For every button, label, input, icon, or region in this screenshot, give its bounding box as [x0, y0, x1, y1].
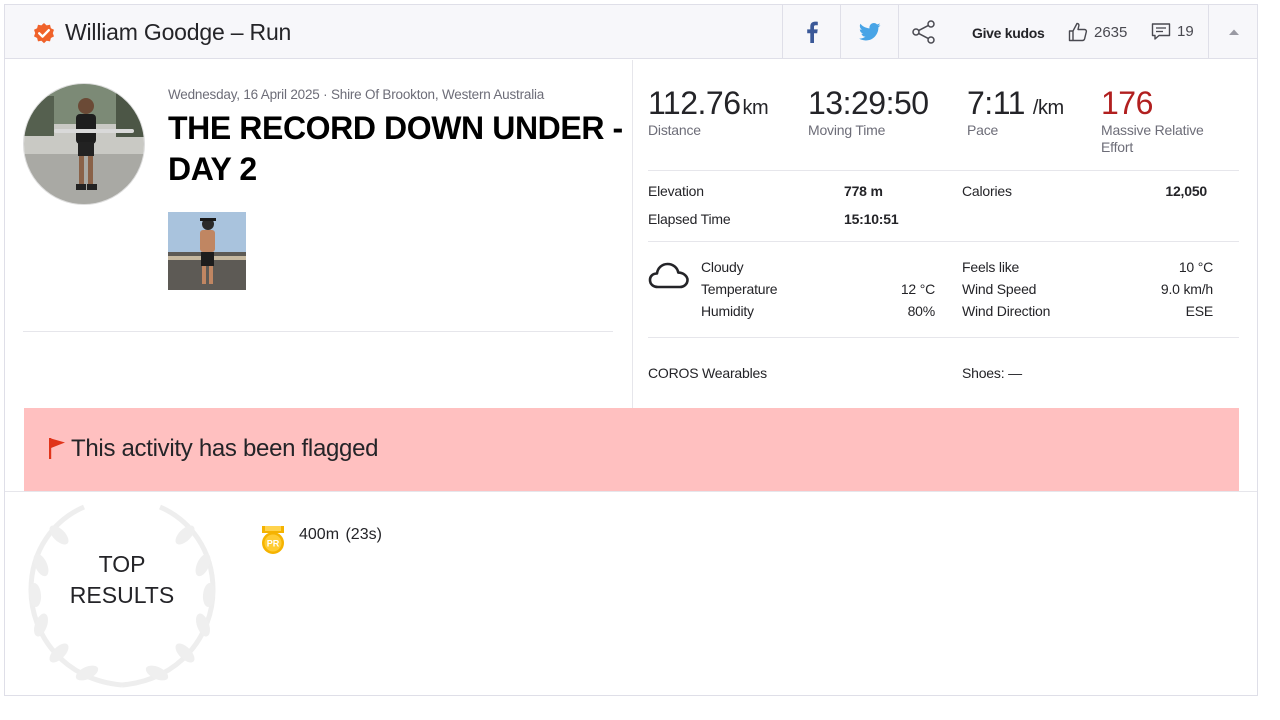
details-divider — [648, 241, 1239, 242]
stat-moving-time: 13:29:50 Moving Time — [808, 85, 929, 139]
twitter-share-button[interactable] — [840, 5, 898, 59]
wind-speed-label: Wind Speed — [962, 281, 1037, 297]
calories-value: 12,050 — [1165, 183, 1207, 199]
humidity-label: Humidity — [701, 303, 754, 319]
device-name: COROS Wearables — [648, 365, 767, 381]
facebook-share-button[interactable] — [782, 5, 840, 59]
top-results-line2: RESULTS — [69, 582, 175, 608]
weather-divider — [648, 337, 1239, 338]
left-divider — [23, 331, 613, 332]
kudos-count: 2635 — [1094, 23, 1128, 41]
stat-distance: 112.76 km Distance — [648, 85, 769, 139]
moving-time-label: Moving Time — [808, 122, 886, 138]
flagged-message: This activity has been flagged — [71, 435, 379, 462]
cloud-icon — [648, 262, 689, 289]
flag-icon — [49, 438, 65, 459]
photo-image — [168, 212, 246, 290]
comment-icon — [1151, 23, 1171, 40]
activity-photo-thumbnail[interactable] — [168, 212, 246, 290]
distance-label: Distance — [648, 122, 701, 138]
activity-heading: William Goodge – Run — [65, 19, 291, 46]
share-icon — [911, 20, 935, 44]
facebook-icon — [806, 21, 818, 43]
pace-value: 7:11 — [967, 85, 1025, 121]
temperature-value: 12 °C — [900, 281, 935, 297]
pr-badge-text: PR — [267, 539, 280, 549]
comment-count: 19 — [1177, 23, 1194, 40]
activity-type: Run — [249, 19, 292, 45]
relative-effort-value: 176 — [1101, 85, 1153, 121]
activity-date-location: Wednesday, 16 April 2025 · Shire Of Broo… — [168, 87, 545, 102]
stat-relative-effort[interactable]: 176 Massive Relative Effort — [1101, 85, 1231, 156]
calories-label: Calories — [962, 183, 1012, 199]
heading-separator: – — [230, 19, 244, 45]
athlete-name-link[interactable]: William Goodge — [65, 19, 225, 45]
wind-direction-value: ESE — [1185, 303, 1214, 319]
weather-condition: Cloudy — [701, 259, 744, 275]
comments-button[interactable]: 19 — [1151, 22, 1194, 41]
stat-pace: 7:11/km Pace — [967, 85, 1064, 139]
temperature-label: Temperature — [701, 281, 778, 297]
pr-medal-icon: PR — [262, 526, 284, 554]
feels-like-value: 10 °C — [1178, 259, 1213, 275]
shoes-info: Shoes: — — [962, 365, 1022, 381]
thumbs-up-icon — [1068, 22, 1088, 42]
elapsed-time-label: Elapsed Time — [648, 211, 731, 227]
activity-header: William Goodge – Run Give kudos 2635 19 — [5, 5, 1257, 59]
caret-up-icon — [1228, 29, 1239, 35]
humidity-value: 80% — [907, 303, 936, 319]
flagged-banner: This activity has been flagged — [24, 408, 1239, 491]
wind-speed-value: 9.0 km/h — [1160, 281, 1213, 297]
activity-title: THE RECORD DOWN UNDER - DAY 2 — [168, 110, 623, 187]
stats-divider — [648, 170, 1239, 171]
share-button[interactable] — [898, 5, 948, 59]
moving-time-value: 13:29:50 — [808, 85, 929, 121]
elevation-value: 778 m — [844, 183, 883, 199]
banner-divider — [5, 491, 1257, 492]
athlete-avatar[interactable] — [23, 83, 145, 205]
column-divider — [632, 60, 633, 408]
avatar-photo — [24, 84, 144, 204]
elapsed-time-value: 15:10:51 — [844, 211, 899, 227]
feels-like-label: Feels like — [962, 259, 1020, 275]
twitter-icon — [858, 23, 880, 41]
distance-unit: km — [742, 97, 769, 119]
collapse-button[interactable] — [1208, 5, 1258, 59]
kudos-count-button[interactable]: 2635 — [1068, 22, 1127, 42]
pace-label: Pace — [967, 122, 999, 138]
elevation-label: Elevation — [648, 183, 704, 199]
distance-value: 112.76 — [648, 85, 741, 121]
activity-card: William Goodge – Run Give kudos 2635 19 … — [4, 4, 1258, 696]
pace-unit: /km — [1032, 97, 1064, 119]
top-results-heading: TOP RESULTS — [35, 549, 209, 611]
give-kudos-button[interactable]: Give kudos — [972, 25, 1045, 41]
verified-badge-icon — [34, 23, 54, 44]
top-results-line1: TOP — [98, 551, 146, 577]
top-result-item[interactable]: 400m (23s) — [299, 526, 382, 544]
wind-direction-label: Wind Direction — [962, 303, 1051, 319]
relative-effort-label: Massive Relative Effort — [1101, 122, 1204, 155]
